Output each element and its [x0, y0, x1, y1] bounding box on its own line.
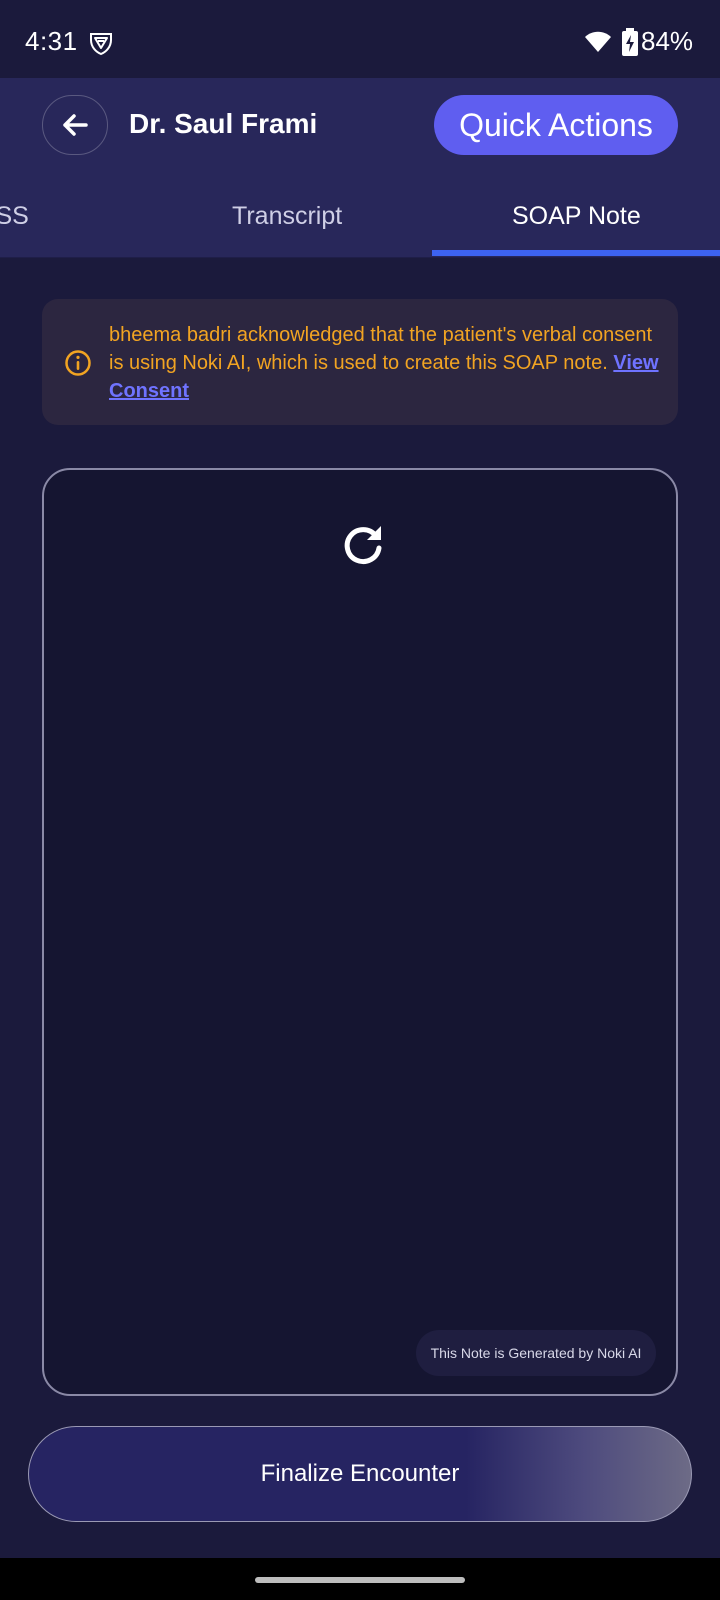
quick-actions-button[interactable]: Quick Actions [434, 95, 678, 155]
consent-message: bheema badri acknowledged that the patie… [109, 321, 661, 405]
tab-soap-note[interactable]: SOAP Note [512, 202, 641, 231]
tab-transcript[interactable]: Transcript [232, 202, 342, 231]
status-bar: 4:31 84% [0, 0, 720, 78]
tab-partial[interactable]: OSS [0, 202, 29, 231]
active-tab-indicator [432, 250, 720, 256]
refresh-icon[interactable] [340, 522, 386, 568]
vpn-shield-icon [90, 33, 112, 56]
arrow-left-icon [63, 114, 88, 136]
tab-bar: OSS Transcript SOAP Note [0, 178, 720, 258]
system-nav-bar [0, 1558, 720, 1600]
app-header: Dr. Saul Frami Quick Actions [0, 78, 720, 178]
soap-note-panel: This Note is Generated by Noki AI [42, 468, 678, 1396]
battery-percent: 84% [641, 26, 694, 56]
ai-generated-badge: This Note is Generated by Noki AI [416, 1330, 656, 1376]
info-circle-icon [65, 350, 91, 376]
consent-text: bheema badri acknowledged that the patie… [109, 324, 653, 374]
battery-charging-icon [622, 28, 638, 56]
finalize-encounter-button[interactable]: Finalize Encounter [28, 1426, 692, 1522]
doctor-name: Dr. Saul Frami [129, 108, 318, 139]
status-time: 4:31 [25, 26, 78, 56]
consent-banner: bheema badri acknowledged that the patie… [42, 299, 678, 425]
wifi-icon [585, 31, 611, 52]
back-button[interactable] [42, 95, 108, 155]
home-gesture-handle[interactable] [255, 1577, 465, 1583]
